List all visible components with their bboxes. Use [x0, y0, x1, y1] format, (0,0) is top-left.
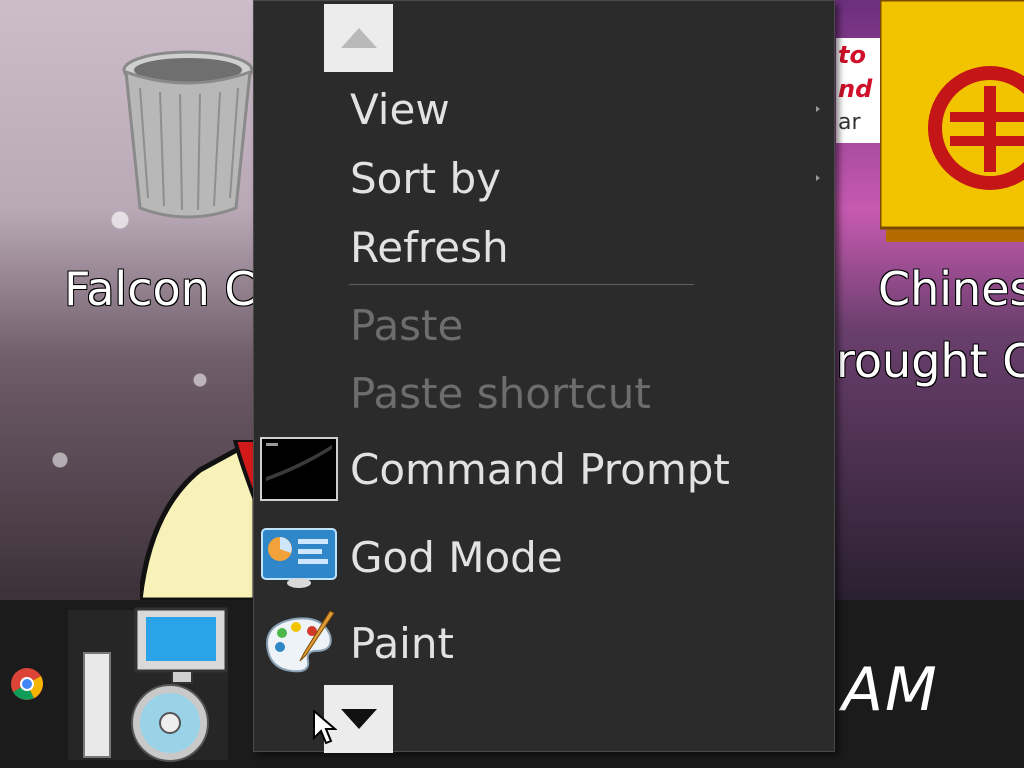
triangle-up-icon — [340, 28, 377, 48]
menu-item-god-mode[interactable]: God Mode — [254, 525, 834, 589]
menu-item-label: God Mode — [350, 532, 563, 582]
menu-scroll-up-button[interactable] — [324, 4, 393, 72]
triangle-down-icon — [340, 709, 377, 729]
menu-item-label: Refresh — [350, 222, 509, 272]
menu-item-paste-shortcut: Paste shortcut — [254, 361, 834, 425]
chinese-checkers-icon[interactable] — [880, 0, 1024, 245]
menu-item-label: Paste — [350, 300, 464, 350]
chrome-icon[interactable] — [10, 667, 44, 701]
menu-item-refresh[interactable]: Refresh — [254, 215, 834, 279]
menu-item-label: View — [350, 84, 450, 134]
menu-separator — [349, 284, 694, 285]
taskbar-clock[interactable]: AM — [842, 655, 939, 725]
desktop-icon-label[interactable]: Falcon C — [64, 262, 254, 316]
promo-line: to e — [838, 41, 866, 69]
menu-item-sort-by[interactable]: Sort by — [254, 146, 834, 210]
submenu-arrow-icon — [816, 175, 820, 181]
control-panel-icon — [261, 528, 337, 588]
menu-item-paste: Paste — [254, 293, 834, 357]
mouse-cursor-icon — [313, 710, 337, 745]
menu-item-view[interactable]: View — [254, 77, 834, 141]
desktop-icon-label[interactable]: Chines — [878, 262, 1024, 316]
menu-item-label: Sort by — [350, 153, 501, 203]
menu-item-label: Command Prompt — [350, 444, 730, 494]
submenu-arrow-icon — [816, 106, 820, 112]
promo-line: ar — [838, 110, 861, 135]
paint-palette-icon — [266, 611, 335, 673]
command-prompt-icon — [260, 437, 338, 501]
promo-line: nd — [838, 75, 873, 103]
penguin-graphic — [140, 440, 255, 600]
menu-item-command-prompt[interactable]: Command Prompt — [254, 437, 834, 501]
desktop-icon-label[interactable]: rought C — [836, 334, 1024, 388]
recycle-bin-icon[interactable] — [118, 48, 258, 223]
setup-installer-icon[interactable] — [76, 605, 236, 765]
menu-item-label: Paint — [350, 618, 454, 668]
desktop-context-menu: View Sort by Refresh Paste Paste shortcu… — [253, 0, 835, 753]
menu-item-paint[interactable]: Paint — [254, 611, 834, 675]
promo-banner: to e nd ar — [836, 38, 882, 143]
menu-item-label: Paste shortcut — [350, 368, 651, 418]
